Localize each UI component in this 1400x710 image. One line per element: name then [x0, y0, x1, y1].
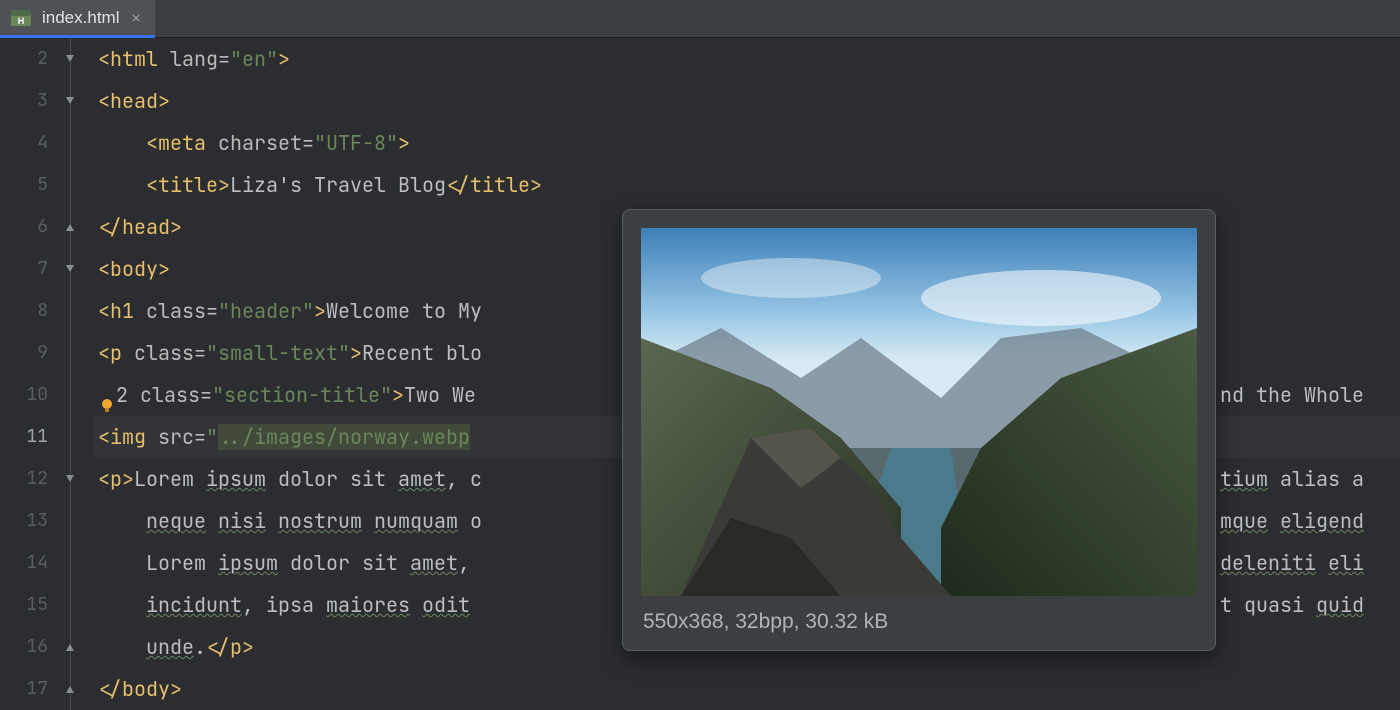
editor-tab[interactable]: H index.html ✕ [0, 0, 155, 38]
line-number: 8 [0, 290, 48, 332]
fold-marker[interactable] [66, 38, 94, 80]
line-number: 13 [0, 500, 48, 542]
line-number: 11 [0, 416, 48, 458]
code-line-tail[interactable]: deleniti eli [1220, 542, 1364, 584]
line-number: 12 [0, 458, 48, 500]
line-number: 17 [0, 668, 48, 710]
tab-bar: H index.html ✕ [0, 0, 1400, 38]
code-line-tail[interactable]: tium alias a [1220, 458, 1364, 500]
code-line[interactable]: </body> [94, 668, 1400, 700]
fold-marker [66, 374, 94, 416]
html-file-icon: H [10, 7, 32, 29]
fold-marker [66, 500, 94, 542]
image-preview-popup: 550x368, 32bpp, 30.32 kB [622, 209, 1216, 651]
tab-filename: index.html [42, 8, 119, 28]
fold-marker[interactable] [66, 80, 94, 122]
fold-marker[interactable] [66, 458, 94, 500]
close-icon[interactable]: ✕ [129, 6, 142, 30]
fold-marker [66, 332, 94, 374]
svg-text:H: H [18, 16, 25, 26]
line-number: 10 [0, 374, 48, 416]
fold-gutter[interactable] [66, 38, 94, 700]
code-line-tail[interactable]: t quasi quid [1220, 584, 1364, 626]
preview-image [641, 228, 1197, 596]
line-number: 9 [0, 332, 48, 374]
fold-marker [66, 164, 94, 206]
line-number: 2 [0, 38, 48, 80]
fold-marker [66, 290, 94, 332]
fold-marker[interactable] [66, 626, 94, 668]
fold-marker [66, 416, 94, 458]
fold-marker[interactable] [66, 668, 94, 710]
fold-marker [66, 542, 94, 584]
fold-marker[interactable] [66, 206, 94, 248]
line-number: 14 [0, 542, 48, 584]
line-number: 15 [0, 584, 48, 626]
code-line-tail[interactable]: mque eligend [1220, 500, 1364, 542]
line-number-gutter: 234567891011121314151617 [0, 38, 66, 700]
image-info-caption: 550x368, 32bpp, 30.32 kB [623, 606, 1215, 650]
fold-marker[interactable] [66, 248, 94, 290]
line-number: 6 [0, 206, 48, 248]
line-number: 4 [0, 122, 48, 164]
intention-bulb-icon[interactable] [98, 387, 118, 407]
fold-marker [66, 122, 94, 164]
line-number: 3 [0, 80, 48, 122]
line-number: 16 [0, 626, 48, 668]
code-line[interactable]: <meta charset="UTF-8"> [94, 122, 1400, 164]
line-number: 5 [0, 164, 48, 206]
code-line[interactable]: <title>Liza's Travel Blog</title> [94, 164, 1400, 206]
code-line[interactable]: <head> [94, 80, 1400, 122]
line-number: 7 [0, 248, 48, 290]
fold-marker [66, 584, 94, 626]
code-line[interactable]: <html lang="en"> [94, 38, 1400, 80]
code-line-tail[interactable]: nd the Whole [1220, 374, 1364, 416]
